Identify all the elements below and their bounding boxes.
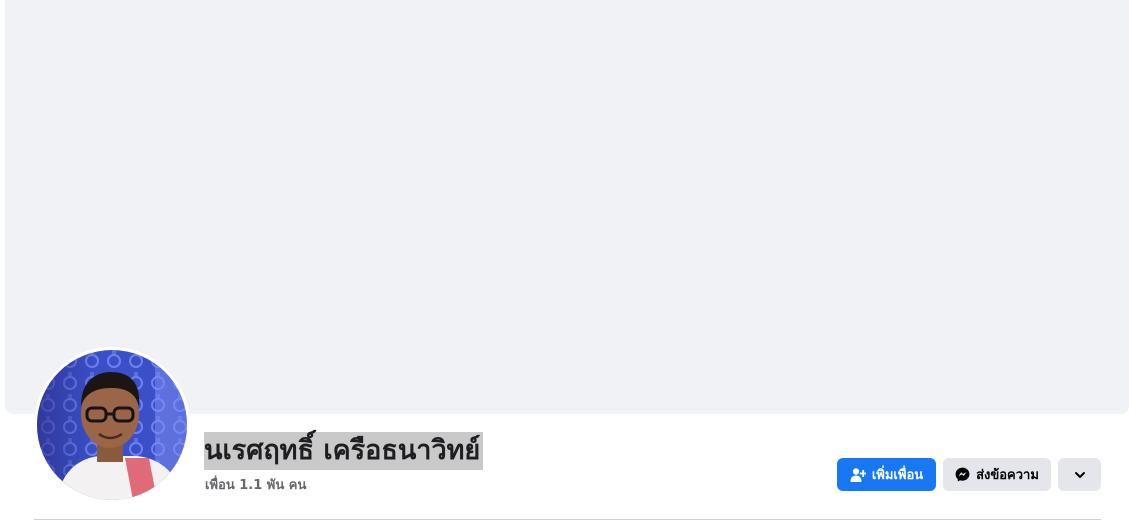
profile-photo-image — [37, 350, 187, 500]
profile-picture-frame[interactable] — [34, 347, 190, 503]
friends-count-link[interactable]: เพื่อน 1.1 พัน คน — [205, 474, 306, 495]
messenger-icon — [955, 467, 970, 482]
profile-header: นเรศฤทธิ์ เครือธนาวิทย์ เพื่อน 1.1 พัน ค… — [0, 0, 1129, 522]
person-add-icon — [850, 467, 866, 483]
send-message-button[interactable]: ส่งข้อความ — [943, 458, 1051, 491]
profile-name: นเรศฤทธิ์ เครือธนาวิทย์ — [204, 435, 481, 466]
cover-photo[interactable] — [5, 0, 1129, 414]
more-options-button[interactable] — [1058, 458, 1101, 491]
send-message-label: ส่งข้อความ — [976, 468, 1039, 483]
header-divider — [34, 519, 1101, 520]
profile-name-highlight: นเรศฤทธิ์ เครือธนาวิทย์ — [204, 432, 484, 470]
chevron-down-icon — [1074, 469, 1086, 481]
profile-picture[interactable] — [37, 350, 187, 500]
add-friend-label: เพิ่มเพื่อน — [871, 468, 924, 483]
add-friend-button[interactable]: เพิ่มเพื่อน — [837, 458, 936, 491]
